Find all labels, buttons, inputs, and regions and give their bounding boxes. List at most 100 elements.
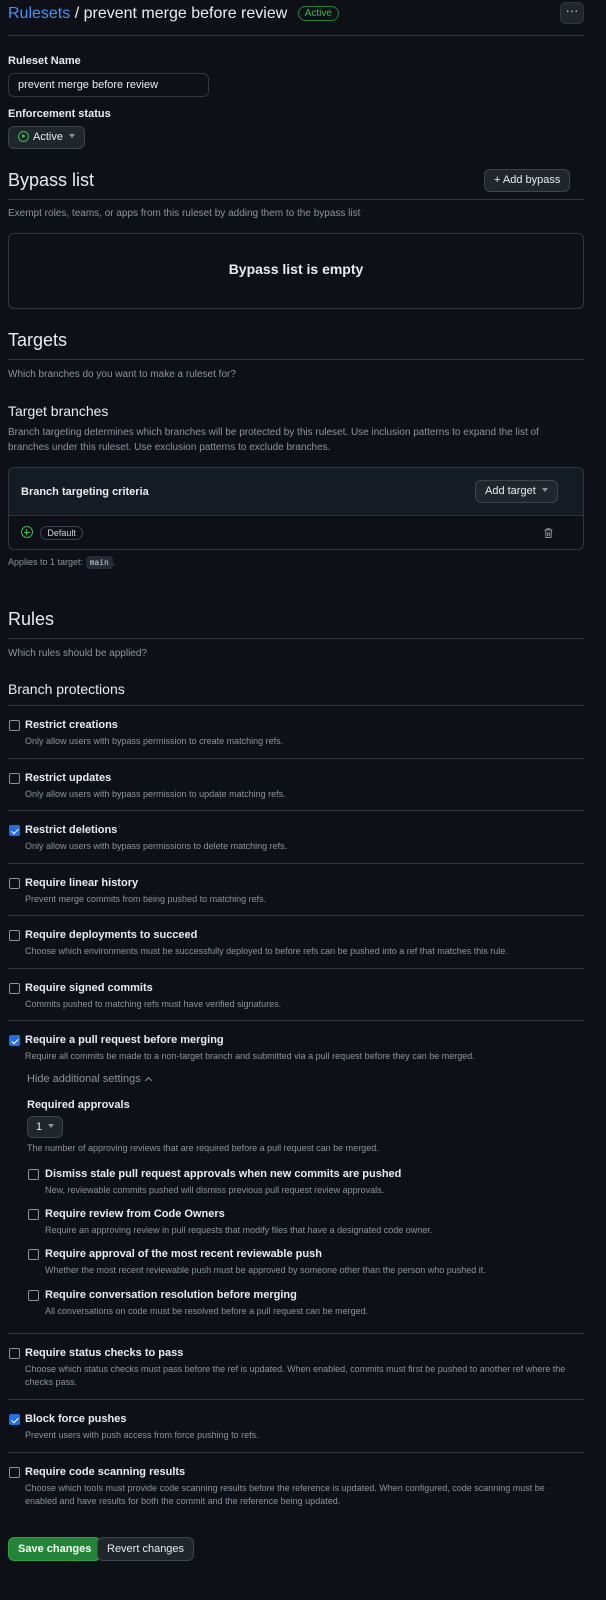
- applies-prefix: Applies to 1 target:: [8, 557, 84, 567]
- pr-setting-title: Dismiss stale pull request approvals whe…: [45, 1168, 402, 1180]
- branch-targeting-box: Branch targeting criteria Add target Def…: [8, 467, 584, 550]
- divider: [8, 199, 584, 200]
- enforcement-status-value: Active: [33, 131, 63, 143]
- revert-changes-button[interactable]: Revert changes: [97, 1537, 195, 1561]
- pr-setting-title: Require approval of the most recent revi…: [45, 1248, 322, 1260]
- trash-icon[interactable]: [544, 528, 553, 538]
- enforcement-status-dropdown[interactable]: Active: [8, 126, 85, 149]
- required-approvals-description: The number of approving reviews that are…: [27, 1143, 379, 1153]
- more-options-button[interactable]: ···: [560, 2, 584, 24]
- ruleset-name-input[interactable]: [8, 73, 209, 97]
- rule-description: Choose which environments must be succes…: [25, 946, 508, 956]
- save-changes-button[interactable]: Save changes: [8, 1537, 102, 1561]
- rule-description: Only allow users with bypass permissions…: [25, 841, 288, 851]
- rule-checkbox[interactable]: [9, 720, 20, 731]
- rule-description: Prevent merge commits from being pushed …: [25, 894, 267, 904]
- pr-setting-checkbox[interactable]: [28, 1249, 39, 1260]
- add-bypass-button[interactable]: + Add bypass: [484, 169, 571, 192]
- ruleset-name-label: Ruleset Name: [8, 55, 81, 67]
- default-target-row: Default: [21, 526, 83, 541]
- branch-targeting-criteria-label: Branch targeting criteria: [21, 486, 149, 498]
- divider: [8, 1452, 584, 1453]
- applies-suffix: .: [112, 557, 116, 567]
- branch-protections-heading: Branch protections: [8, 681, 125, 697]
- rule-title: Restrict deletions: [25, 824, 118, 836]
- rule-title: Require status checks to pass: [25, 1347, 184, 1359]
- rulesets-link[interactable]: Rulesets: [8, 5, 70, 22]
- rule-checkbox[interactable]: [9, 930, 20, 941]
- status-badge: Active: [297, 6, 339, 21]
- add-target-button[interactable]: Add target: [475, 480, 558, 503]
- divider: [8, 968, 584, 969]
- pr-setting-title: Require conversation resolution before m…: [45, 1289, 297, 1301]
- rules-description: Which rules should be applied?: [8, 648, 147, 659]
- divider: [8, 1399, 584, 1400]
- divider: [8, 810, 584, 811]
- rule-title: Require deployments to succeed: [25, 929, 198, 941]
- bypass-empty-text: Bypass list is empty: [228, 261, 364, 277]
- target-branch-code: main: [85, 556, 113, 569]
- pr-setting-checkbox[interactable]: [28, 1209, 39, 1220]
- target-branches-heading: Target branches: [8, 403, 109, 419]
- add-target-label: Add target: [485, 485, 536, 497]
- divider: [8, 359, 584, 360]
- bypass-list-heading: Bypass list: [8, 170, 95, 190]
- breadcrumb: Rulesets / prevent merge before review A…: [8, 5, 339, 23]
- applies-to-text: Applies to 1 target: main.: [8, 556, 116, 569]
- divider: [8, 863, 584, 864]
- rule-description: Prevent users with push access from forc…: [25, 1430, 259, 1440]
- rule-description: Choose which tools must provide code sca…: [25, 1483, 545, 1506]
- divider: [8, 1020, 584, 1021]
- rule-title: Require linear history: [25, 877, 139, 889]
- hide-settings-toggle[interactable]: Hide additional settings: [27, 1073, 152, 1085]
- plus-circle-icon: [21, 526, 33, 538]
- pr-setting-title: Require review from Code Owners: [45, 1208, 225, 1220]
- targets-heading: Targets: [8, 330, 68, 350]
- rule-checkbox[interactable]: [9, 1348, 20, 1359]
- targets-description: Which branches do you want to make a rul…: [8, 369, 236, 380]
- divider: [8, 915, 584, 916]
- rule-checkbox[interactable]: [9, 1035, 20, 1046]
- rule-title: Require a pull request before merging: [25, 1034, 224, 1046]
- divider: [8, 1333, 584, 1334]
- pr-setting-checkbox[interactable]: [28, 1169, 39, 1180]
- pr-setting-description: All conversations on code must be resolv…: [45, 1306, 369, 1316]
- rule-checkbox[interactable]: [9, 983, 20, 994]
- breadcrumb-separator: /: [74, 5, 80, 22]
- rule-checkbox[interactable]: [9, 773, 20, 784]
- bypass-list-box: Bypass list is empty: [8, 233, 584, 309]
- rule-description: Only allow users with bypass permission …: [25, 736, 284, 746]
- pr-setting-description: New, reviewable commits pushed will dism…: [45, 1185, 385, 1195]
- chevron-down-icon: [48, 1124, 55, 1128]
- divider: [8, 35, 584, 36]
- rules-heading: Rules: [8, 609, 55, 629]
- rule-description: Require all commits be made to a non-tar…: [25, 1051, 475, 1061]
- rule-title: Restrict updates: [25, 772, 112, 784]
- target-branches-description: Branch targeting determines which branch…: [8, 427, 539, 453]
- enforcement-status-label: Enforcement status: [8, 108, 111, 120]
- rule-title: Restrict creations: [25, 719, 118, 731]
- pr-setting-checkbox[interactable]: [28, 1290, 39, 1301]
- rule-checkbox[interactable]: [9, 1414, 20, 1425]
- rule-checkbox[interactable]: [9, 825, 20, 836]
- required-approvals-value: 1: [36, 1121, 43, 1133]
- rule-checkbox[interactable]: [9, 1467, 20, 1478]
- rule-title: Require code scanning results: [25, 1466, 186, 1478]
- rule-title: Require signed commits: [25, 982, 153, 994]
- rule-description: Choose which status checks must pass bef…: [25, 1364, 566, 1387]
- rule-checkbox[interactable]: [9, 878, 20, 889]
- required-approvals-dropdown[interactable]: 1: [27, 1116, 64, 1138]
- divider: [8, 758, 584, 759]
- divider: [8, 705, 584, 706]
- bypass-description: Exempt roles, teams, or apps from this r…: [8, 208, 361, 219]
- chevron-down-icon: [68, 134, 75, 138]
- hide-settings-label: Hide additional settings: [27, 1073, 141, 1085]
- divider: [8, 638, 584, 639]
- chevron-up-icon: [144, 1076, 152, 1085]
- required-approvals-label: Required approvals: [27, 1099, 130, 1111]
- default-target-pill: Default: [40, 526, 83, 540]
- play-icon: [18, 131, 29, 142]
- pr-setting-description: Require an approving review in pull requ…: [45, 1225, 433, 1235]
- kebab-horizontal-icon: ···: [565, 3, 579, 18]
- rule-description: Only allow users with bypass permission …: [25, 789, 286, 799]
